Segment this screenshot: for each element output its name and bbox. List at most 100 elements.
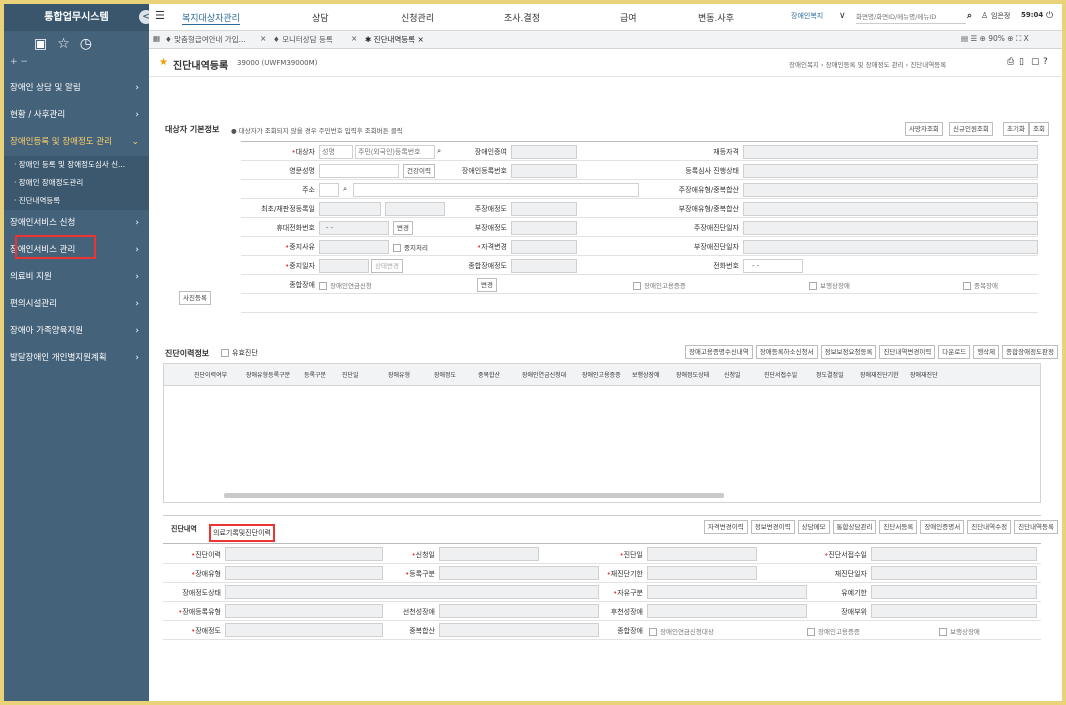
address-input[interactable] <box>353 183 639 197</box>
tab-close-icon[interactable]: × <box>260 34 266 43</box>
menu-search-input[interactable] <box>856 10 966 24</box>
favorite-star-icon[interactable]: ★ <box>159 57 168 68</box>
history-action-button[interactable]: 장애등록하소신청서 <box>755 345 818 359</box>
detail-action-button[interactable]: 진단서등록 <box>879 520 918 534</box>
change-phone-button[interactable]: 변경 <box>393 221 413 235</box>
sidebar-item-family[interactable]: 장애아 가족양육지원 › <box>4 318 149 345</box>
health-history-button[interactable]: 건강이력 <box>403 164 435 178</box>
photo-register-button[interactable]: 사진등록 <box>179 291 211 305</box>
tab-diagnosis-active[interactable]: ✱ 진단내역등록 × <box>365 34 424 45</box>
expand-collapse-toggle[interactable]: + − <box>4 57 149 71</box>
dis-type-select[interactable] <box>225 566 383 580</box>
search-icon[interactable]: ⌕ <box>343 184 347 194</box>
sidebar-item-consult[interactable]: 장애인 상담 및 알림 › <box>4 75 149 102</box>
sidebar-item-medical[interactable]: 의료비 지원 › <box>4 264 149 291</box>
phone-field[interactable]: - - <box>319 221 389 235</box>
tab-close-icon[interactable]: × <box>351 34 357 43</box>
top-menu-welfare[interactable]: 복지대상자관리 <box>182 11 240 25</box>
main-degree-select[interactable] <box>511 202 577 216</box>
employ-checkbox[interactable]: 장애인고용증증 <box>633 280 686 290</box>
star-icon[interactable]: ☆ <box>57 36 70 52</box>
checkbox-box[interactable] <box>939 628 947 636</box>
apply-date-field[interactable] <box>439 547 539 561</box>
top-menu-survey[interactable]: 조사.결정 <box>504 11 540 24</box>
eng-name-input[interactable] <box>319 164 399 178</box>
dead-search-button[interactable]: 사망자조회 <box>905 122 943 136</box>
tab-medical-record[interactable]: 의료기록및진단이력 <box>209 524 275 542</box>
sidebar-item-facility[interactable]: 편의시설관리 › <box>4 291 149 318</box>
checkbox-box[interactable] <box>393 244 401 252</box>
tel-field[interactable]: - - <box>743 259 803 273</box>
zip-input[interactable] <box>319 183 339 197</box>
employ2-checkbox[interactable]: 장애인고용증증 <box>807 626 860 636</box>
history-action-button[interactable]: 진단내역변경이력 <box>879 345 936 359</box>
print-icon[interactable]: ⎙ <box>1007 57 1014 67</box>
reg-type-select[interactable] <box>439 566 599 580</box>
checkbox-box[interactable] <box>319 282 327 290</box>
multi-checkbox[interactable]: 중복장애 <box>963 280 998 290</box>
chevron-down-icon[interactable]: ∨ <box>839 11 846 21</box>
search-icon[interactable]: ⌕ <box>967 11 972 21</box>
tab-diagnosis-detail[interactable]: 진단내역 <box>171 524 197 534</box>
bookmark-icon[interactable]: ▯ <box>1019 57 1024 67</box>
reset-button[interactable]: 초기화 <box>1003 122 1029 136</box>
tab-tools[interactable]: ▤ ☰ ⊕ 90% ⊕ ⛶ X <box>961 34 1029 44</box>
checkbox-box[interactable] <box>807 628 815 636</box>
sidebar-item-plan[interactable]: 발달장애인 개인별지원계획 › <box>4 345 149 372</box>
rereg-date-field[interactable] <box>385 202 445 216</box>
stop-process-checkbox[interactable]: 중지처리 <box>393 242 428 252</box>
history-action-button[interactable]: 정보보정요청등록 <box>820 345 877 359</box>
reg-kind-select[interactable] <box>225 604 383 618</box>
checkbox-box[interactable] <box>649 628 657 636</box>
tab-benefit-guide[interactable]: ♦ 맞춤형급여안내 가입... <box>165 34 246 45</box>
congenital-select[interactable] <box>439 604 599 618</box>
top-menu-consult[interactable]: 상담 <box>312 11 329 24</box>
detail-action-button[interactable]: 진단내역수정 <box>967 520 1012 534</box>
logout-icon[interactable]: ⏻ <box>1046 11 1053 21</box>
detail-action-button[interactable]: 장애인증명서 <box>920 520 965 534</box>
pension-checkbox[interactable]: 장애인연금신청 <box>319 280 372 290</box>
walk2-checkbox[interactable]: 보행상장애 <box>939 626 980 636</box>
detail-action-button[interactable]: 정보변경이력 <box>750 520 795 534</box>
stop-date-field[interactable] <box>319 259 369 273</box>
state-change-button[interactable]: 상태변경 <box>371 259 403 273</box>
detail-action-button[interactable]: 상담메모 <box>797 520 830 534</box>
detail-action-button[interactable]: 자격변경이력 <box>703 520 748 534</box>
sidebar-subitem-diagnosis[interactable]: · 진단내역등록 <box>4 192 149 210</box>
diag-history-select[interactable] <box>225 547 383 561</box>
name-input[interactable] <box>319 145 353 159</box>
total-degree-select[interactable] <box>511 259 577 273</box>
tab-monitor[interactable]: ♦ 모니터상담 등록 <box>273 34 333 45</box>
change-type-button[interactable]: 변경 <box>477 278 497 292</box>
detail-action-button[interactable]: 통합상담관리 <box>832 520 877 534</box>
qual-select[interactable] <box>511 240 577 254</box>
history-action-button[interactable]: 종합장애정도판정 <box>1002 345 1058 359</box>
horizontal-scrollbar[interactable] <box>224 493 724 498</box>
checkbox-box[interactable] <box>809 282 817 290</box>
doc-icon[interactable]: ▣ <box>34 36 47 52</box>
sub-degree-select[interactable] <box>511 221 577 235</box>
clock-icon[interactable]: ◷ <box>80 36 92 52</box>
detail-action-button[interactable]: 진단내역등록 <box>1014 520 1058 534</box>
rediag-date-field[interactable] <box>871 566 1037 580</box>
checkbox-box[interactable] <box>221 349 229 357</box>
checkbox-box[interactable] <box>963 282 971 290</box>
tab-home-icon[interactable]: ▦ <box>153 34 160 43</box>
sidebar-subitem-degree[interactable]: · 장애인 장애정도관리 <box>4 174 149 192</box>
part-field[interactable] <box>871 604 1037 618</box>
sidebar-item-status[interactable]: 현황 / 사후관리 › <box>4 102 149 129</box>
search-button[interactable]: 조회 <box>1029 122 1049 136</box>
sidebar-subitem-apply[interactable]: · 장애인 등록 및 장애정도심사 신... <box>4 156 149 174</box>
search-icon[interactable]: ⌕ <box>437 146 441 156</box>
help-icon[interactable]: ? <box>1043 57 1048 67</box>
checkbox-box[interactable] <box>633 282 641 290</box>
top-menu-benefit[interactable]: 급여 <box>620 11 637 24</box>
cert-recv-field[interactable] <box>871 547 1037 561</box>
history-action-button[interactable]: 장애고용증명수신내역 <box>684 345 753 359</box>
walk-checkbox[interactable]: 보행상장애 <box>809 280 850 290</box>
org-select[interactable]: 장애인복지 <box>791 11 823 21</box>
history-action-button[interactable]: 행삭제 <box>973 345 1000 359</box>
stop-reason-field[interactable] <box>319 240 389 254</box>
rrn-input[interactable] <box>355 145 435 159</box>
dup-select[interactable] <box>439 623 599 637</box>
